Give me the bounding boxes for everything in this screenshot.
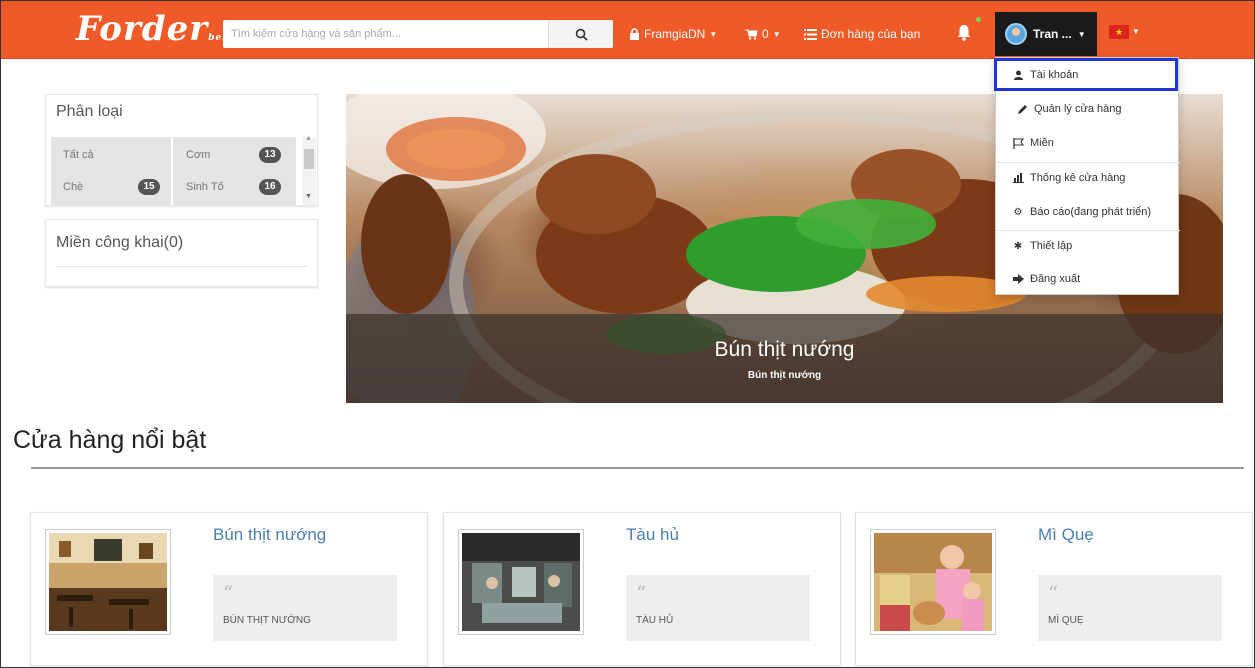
vietnam-flag-icon[interactable]: ★ [1109, 25, 1129, 39]
category-sinh-to[interactable]: Sinh Tố [186, 181, 224, 193]
category-scrollbar[interactable]: ▲ ▼ [302, 135, 316, 205]
menu-item-domain[interactable]: Miền [996, 130, 1180, 156]
user-name: Tran ... [1033, 27, 1072, 41]
settings-icon: ✱ [1013, 240, 1023, 252]
category-count-badge: 13 [259, 147, 281, 163]
menu-item-label: Miền [1030, 137, 1054, 149]
category-count-badge: 15 [138, 179, 160, 195]
store-quote-text: MÌ QUẸ [1048, 615, 1084, 626]
menu-item-label: Thiết lập [1030, 240, 1073, 252]
scroll-up-icon[interactable]: ▲ [305, 135, 312, 142]
store-quote-text: BÚN THỊT NƯỚNG [223, 615, 311, 626]
search-icon [575, 28, 588, 41]
hero-title: Bún thịt nướng [714, 338, 855, 361]
store-quote: “ TÀU HỦ [626, 575, 810, 641]
menu-item-settings[interactable]: ✱ Thiết lập [996, 233, 1180, 259]
store-label: FramgiaDN [644, 27, 706, 41]
flag-icon [1012, 137, 1024, 149]
featured-stores-heading: Cửa hàng nổi bật [13, 426, 207, 454]
search-button[interactable] [548, 20, 613, 48]
category-divider [171, 137, 173, 205]
notification-dot [976, 17, 981, 22]
hero-subtitle: Bún thịt nướng [747, 370, 822, 381]
menu-item-label: Báo cáo(đang phát triển) [1030, 206, 1152, 218]
quote-icon: “ [1048, 581, 1059, 605]
store-name[interactable]: Mì Quẹ [1038, 525, 1094, 545]
category-list: Tất cả Cơm 13 Chè 15 Sinh Tố 16 [51, 137, 296, 205]
menu-item-manage-store[interactable]: Quản lý cửa hàng [996, 96, 1180, 122]
quote-icon: “ [636, 581, 647, 605]
menu-item-label: Đăng xuất [1030, 273, 1081, 285]
caret-down-icon: ▼ [1077, 29, 1086, 39]
category-all[interactable]: Tất cả [63, 149, 94, 161]
store-thumbnail[interactable] [458, 529, 584, 635]
orders-label: Đơn hàng của bạn [821, 27, 921, 41]
search-input[interactable] [223, 20, 543, 48]
menu-item-label: Quản lý cửa hàng [1034, 103, 1122, 115]
avatar [1005, 23, 1027, 45]
orders-link[interactable]: Đơn hàng của bạn [804, 20, 920, 48]
focus-highlight-box [994, 58, 1178, 91]
public-domain-panel: Miền công khai(0) [45, 219, 318, 287]
store-photo-girls [874, 533, 992, 631]
category-che[interactable]: Chè [63, 181, 83, 193]
store-card[interactable]: Tàu hủ “ TÀU HỦ [443, 512, 841, 666]
store-quote: “ MÌ QUẸ [1038, 575, 1222, 641]
panel-divider [56, 266, 308, 267]
store-card[interactable]: Mì Quẹ “ MÌ QUẸ [855, 512, 1253, 666]
cart-count: 0 [762, 27, 769, 41]
list-icon [804, 28, 817, 40]
menu-item-label: Thống kê cửa hàng [1030, 172, 1126, 184]
scrollbar-thumb[interactable] [304, 149, 314, 169]
menu-divider [996, 230, 1180, 231]
store-photo-shop [462, 533, 580, 631]
section-divider [31, 467, 1244, 469]
notifications-button[interactable] [956, 20, 972, 48]
logout-icon [1012, 274, 1024, 284]
store-menu[interactable]: FramgiaDN ▼ [629, 20, 717, 48]
category-com[interactable]: Cơm [186, 149, 210, 161]
public-domain-title[interactable]: Miền công khai(0) [46, 220, 317, 260]
cart-icon [745, 29, 758, 40]
caret-down-icon[interactable]: ▼ [1132, 27, 1140, 36]
caret-down-icon: ▼ [709, 29, 718, 39]
top-navbar: Forderbeta FramgiaDN ▼ 0 ▼ Đơn hàng của … [1, 1, 1254, 59]
store-name[interactable]: Bún thịt nướng [213, 525, 326, 545]
scroll-down-icon[interactable]: ▼ [305, 193, 312, 200]
search-bar [223, 20, 613, 48]
store-quote: “ BÚN THỊT NƯỚNG [213, 575, 397, 641]
cart-menu[interactable]: 0 ▼ [745, 20, 781, 48]
caret-down-icon: ▼ [772, 29, 781, 39]
store-name[interactable]: Tàu hủ [626, 525, 679, 545]
user-dropdown-menu: Tài khoản Quản lý cửa hàng Miền Thống kê… [995, 57, 1180, 295]
category-count-badge: 16 [259, 179, 281, 195]
pencil-icon [1016, 104, 1028, 115]
store-thumbnail[interactable] [870, 529, 996, 635]
menu-item-report[interactable]: ⚙ Báo cáo(đang phát triển) [996, 199, 1180, 225]
store-photo-restaurant [49, 533, 167, 631]
store-quote-text: TÀU HỦ [636, 615, 674, 626]
lock-icon [629, 28, 640, 40]
category-panel: Phân loại Tất cả Cơm 13 Chè 15 Sinh Tố 1… [45, 94, 318, 206]
store-card[interactable]: Bún thịt nướng “ BÚN THỊT NƯỚNG [30, 512, 428, 666]
bar-chart-icon [1012, 173, 1024, 183]
quote-icon: “ [223, 581, 234, 605]
forder-logo[interactable]: Forderbeta [76, 9, 234, 49]
hero-caption: Bún thịt nướng Bún thịt nướng [346, 314, 1223, 403]
menu-item-logout[interactable]: Đăng xuất [996, 266, 1180, 292]
category-title: Phân loại [56, 103, 123, 120]
page: Forderbeta FramgiaDN ▼ 0 ▼ Đơn hàng của … [0, 0, 1255, 668]
store-thumbnail[interactable] [45, 529, 171, 635]
user-menu-toggle[interactable]: Tran ... ▼ [995, 12, 1097, 56]
menu-divider [996, 162, 1180, 163]
gear-report-icon: ⚙ [1013, 206, 1023, 218]
menu-item-statistics[interactable]: Thống kê cửa hàng [996, 165, 1180, 191]
bell-icon [956, 24, 972, 44]
